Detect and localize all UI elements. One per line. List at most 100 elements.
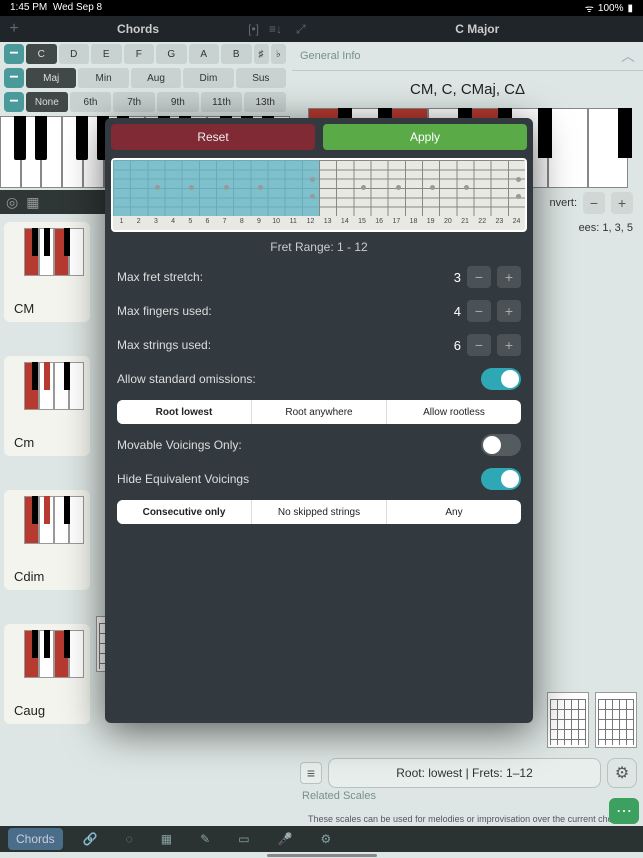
remove-note-button[interactable]: − xyxy=(4,44,24,64)
home-indicator xyxy=(267,854,377,857)
invert-minus[interactable]: − xyxy=(583,192,605,214)
right-fret-diagrams xyxy=(547,692,637,748)
note-row: − C D E F G A B ♯ ♭ xyxy=(0,42,290,66)
root-anywhere[interactable]: Root anywhere xyxy=(251,400,386,424)
chord-label: Caug xyxy=(14,703,45,718)
fret-range-label: Fret Range: 1 - 12 xyxy=(105,234,533,260)
flat-button[interactable]: ♭ xyxy=(271,44,286,64)
quality-sus[interactable]: Sus xyxy=(236,68,286,88)
play-fab[interactable]: ⋯ xyxy=(609,798,639,824)
related-label: Related Scales xyxy=(302,790,376,806)
note-d[interactable]: D xyxy=(59,44,90,64)
right-panel-title: C Major xyxy=(312,22,643,36)
max-stretch-minus[interactable]: − xyxy=(467,266,491,288)
ext-9[interactable]: 9th xyxy=(157,92,199,112)
note-f[interactable]: F xyxy=(124,44,155,64)
max-strings-minus[interactable]: − xyxy=(467,334,491,356)
remove-quality-button[interactable]: − xyxy=(4,68,24,88)
tab-chords[interactable]: Chords xyxy=(8,828,63,850)
quality-min[interactable]: Min xyxy=(78,68,128,88)
remove-ext-button[interactable]: − xyxy=(4,92,24,112)
quality-row: − Maj Min Aug Dim Sus xyxy=(0,66,290,90)
ext-7[interactable]: 7th xyxy=(113,92,155,112)
string-skip-segment[interactable]: Consecutive only No skipped strings Any xyxy=(117,500,521,524)
ext-6[interactable]: 6th xyxy=(70,92,112,112)
quality-aug[interactable]: Aug xyxy=(131,68,181,88)
chord-aliases: CM, C, CMaj, CΔ xyxy=(292,71,643,108)
max-fingers-plus[interactable]: + xyxy=(497,300,521,322)
max-stretch-plus[interactable]: + xyxy=(497,266,521,288)
ext-11[interactable]: 11th xyxy=(201,92,243,112)
no-skipped[interactable]: No skipped strings xyxy=(251,500,386,524)
chord-card-cmin[interactable]: Cm xyxy=(4,356,90,456)
expand-icon[interactable]: ⤢ xyxy=(290,22,312,37)
chord-card-cm[interactable]: CM xyxy=(4,222,90,322)
consecutive-only[interactable]: Consecutive only xyxy=(117,500,251,524)
max-strings-plus[interactable]: + xyxy=(497,334,521,356)
allow-rootless[interactable]: Allow rootless xyxy=(386,400,521,424)
max-strings-row: Max strings used: 6 − + xyxy=(105,328,533,362)
note-e[interactable]: E xyxy=(91,44,122,64)
filter-icon[interactable]: ≡ xyxy=(300,762,322,784)
tab-pick-icon[interactable]: ✎ xyxy=(192,828,218,850)
quality-maj[interactable]: Maj xyxy=(26,68,76,88)
movable-voicings-toggle[interactable] xyxy=(481,434,521,456)
sharp-button[interactable]: ♯ xyxy=(254,44,269,64)
chevron-up-icon[interactable]: ︿ xyxy=(621,46,635,66)
tab-circle-icon[interactable]: ◌ xyxy=(118,828,141,850)
top-bar: + Chords [•] ≡↓ ⤢ C Major xyxy=(0,16,643,42)
sort-icon[interactable]: ≡↓ xyxy=(269,22,282,36)
add-chord-button[interactable]: + xyxy=(0,20,28,38)
max-fingers-minus[interactable]: − xyxy=(467,300,491,322)
target-icon[interactable]: ◎ xyxy=(6,194,18,211)
wifi-icon: ᯤ xyxy=(585,1,594,15)
fret-diagram[interactable] xyxy=(547,692,589,748)
voicing-summary-row: ≡ Root: lowest | Frets: 1–12 ⚙ xyxy=(300,758,637,788)
voicing-filter-modal: Reset Apply 1234567891011121314151617181… xyxy=(105,118,533,723)
note-a[interactable]: A xyxy=(189,44,220,64)
degrees-label: ees: 1, 3, 5 xyxy=(579,222,633,234)
ext-13[interactable]: 13th xyxy=(244,92,286,112)
related-scales-section: Related Scales ︿ These scales can be use… xyxy=(300,786,637,828)
fret-diagram[interactable] xyxy=(595,692,637,748)
tab-book-icon[interactable]: ▭ xyxy=(230,828,257,850)
tab-grid-icon[interactable]: ▦ xyxy=(153,828,180,850)
max-fingers-value: 4 xyxy=(454,304,461,319)
root-lowest[interactable]: Root lowest xyxy=(117,400,251,424)
invert-plus[interactable]: + xyxy=(611,192,633,214)
tab-mic-icon[interactable]: 🎤 xyxy=(270,828,301,850)
chord-card-cdim[interactable]: Cdim xyxy=(4,490,90,590)
tab-link-icon[interactable]: 🔗 xyxy=(75,828,106,850)
note-c[interactable]: C xyxy=(26,44,57,64)
left-panel-title: Chords xyxy=(28,22,248,36)
status-date: Wed Sep 8 xyxy=(53,2,102,13)
chord-label: Cm xyxy=(14,435,34,450)
status-bar: 1:45 PM Wed Sep 8 ᯤ 100% ▮ xyxy=(0,0,643,16)
fret-range-selector[interactable]: 123456789101112131415161718192021222324 xyxy=(111,158,527,232)
allow-omissions-toggle[interactable] xyxy=(481,368,521,390)
swap-icon[interactable]: [•] xyxy=(248,22,259,36)
max-fingers-row: Max fingers used: 4 − + xyxy=(105,294,533,328)
voicing-summary[interactable]: Root: lowest | Frets: 1–12 xyxy=(328,758,601,788)
allow-omissions-row: Allow standard omissions: xyxy=(105,362,533,396)
status-time: 1:45 PM xyxy=(10,2,47,13)
general-info-label: General Info xyxy=(300,50,361,62)
apply-button[interactable]: Apply xyxy=(323,124,527,150)
tab-settings-icon[interactable]: ⚙ xyxy=(312,828,339,850)
note-g[interactable]: G xyxy=(156,44,187,64)
hide-equivalent-toggle[interactable] xyxy=(481,468,521,490)
quality-dim[interactable]: Dim xyxy=(183,68,233,88)
note-b[interactable]: B xyxy=(221,44,252,64)
voicing-settings-button[interactable]: ⚙ xyxy=(607,758,637,788)
reset-button[interactable]: Reset xyxy=(111,124,315,150)
invert-label: nvert: xyxy=(549,197,577,209)
max-strings-value: 6 xyxy=(454,338,461,353)
max-fret-stretch-row: Max fret stretch: 3 − + xyxy=(105,260,533,294)
grid-icon[interactable]: ▦ xyxy=(26,194,39,211)
extension-row: − None 6th 7th 9th 11th 13th xyxy=(0,90,290,114)
ext-none[interactable]: None xyxy=(26,92,68,112)
root-position-segment[interactable]: Root lowest Root anywhere Allow rootless xyxy=(117,400,521,424)
bottom-tab-bar: Chords 🔗 ◌ ▦ ✎ ▭ 🎤 ⚙ xyxy=(0,826,643,852)
any-skip[interactable]: Any xyxy=(386,500,521,524)
hide-equivalent-row: Hide Equivalent Voicings xyxy=(105,462,533,496)
